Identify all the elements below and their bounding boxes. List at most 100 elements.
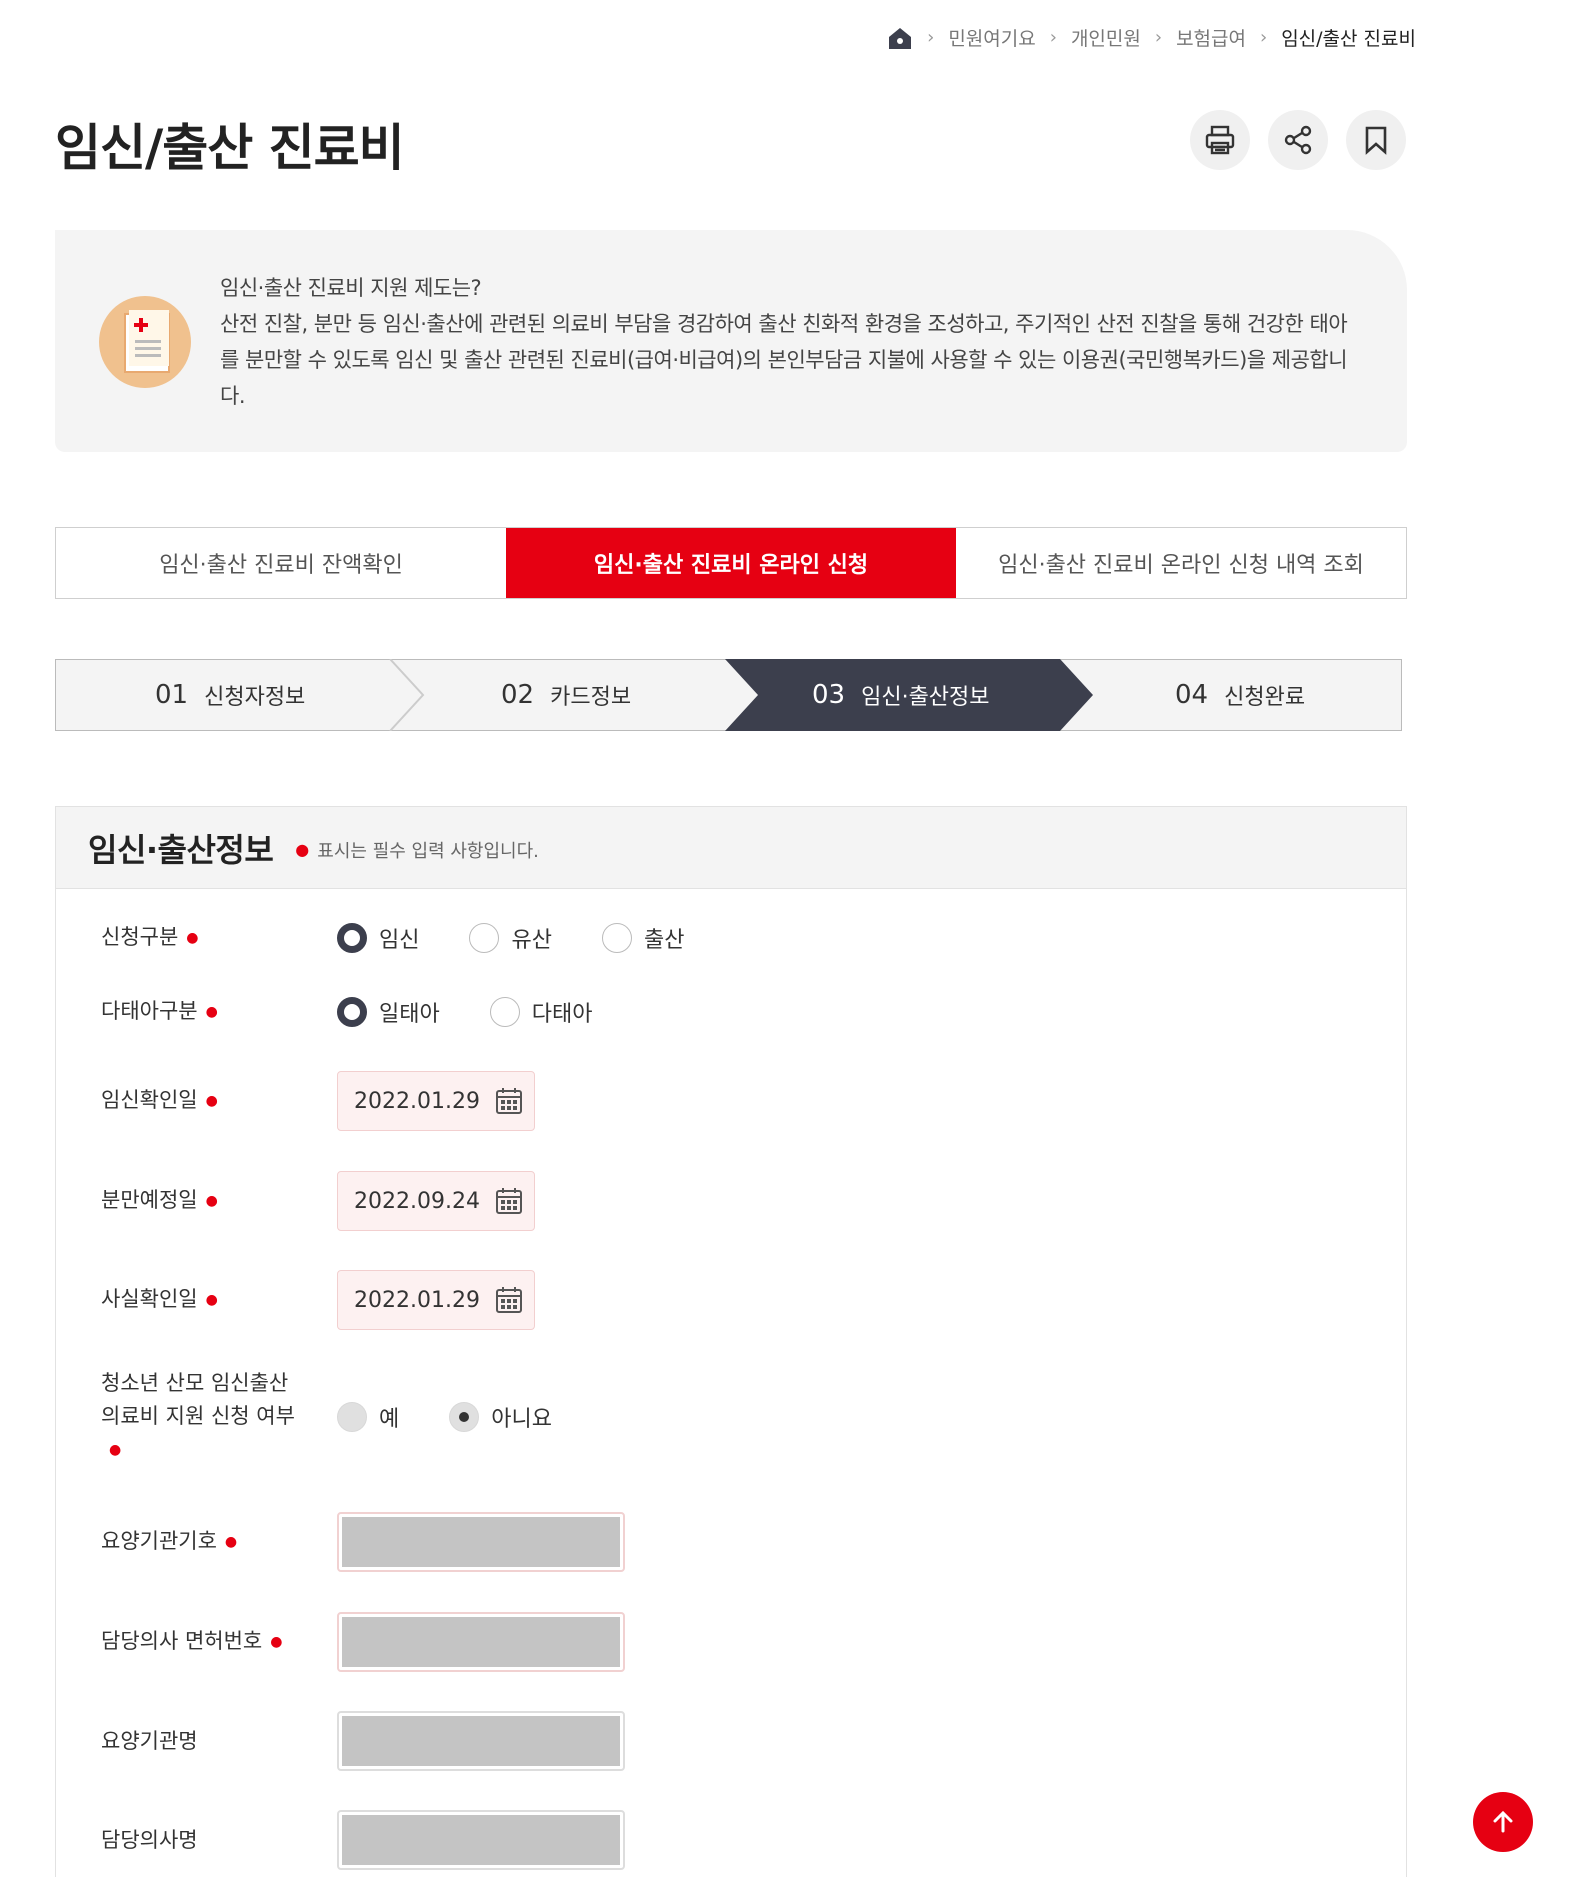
radio-label: 유산 <box>511 927 552 953</box>
step-1: 01 신청자정보 <box>155 659 305 731</box>
field-label: 다태아구분 ● <box>101 995 337 1029</box>
radio-yes[interactable]: 예 <box>337 1401 399 1433</box>
radio-miscarriage[interactable]: 유산 <box>469 922 552 954</box>
label-text: 신청구분 <box>101 925 179 949</box>
field-label: 담당의사 면허번호 ● <box>101 1625 337 1659</box>
field-label: 청소년 산모 임신출산 의료비 지원 신청 여부 ● <box>101 1367 337 1467</box>
fact-confirm-date-input[interactable]: 2022.01.29 <box>337 1270 535 1330</box>
row-institution-code: 요양기관기호 ● <box>101 1512 625 1572</box>
radio-no[interactable]: 아니요 <box>449 1401 552 1433</box>
breadcrumb-item[interactable]: 보험급여 <box>1176 24 1246 51</box>
radio-circle <box>337 1401 367 1432</box>
field-label: 담당의사명 <box>101 1824 337 1857</box>
due-date-input[interactable]: 2022.09.24 <box>337 1171 535 1231</box>
info-heading: 임신·출산 진료비 지원 제도는? <box>220 276 482 300</box>
radio-label: 임신 <box>379 927 420 953</box>
row-apply-type: 신청구분 ● 임신 유산 출산 <box>101 921 684 955</box>
required-mark: ● <box>224 1533 238 1550</box>
tab-apply-history[interactable]: 임신·출산 진료비 온라인 신청 내역 조회 <box>956 528 1406 598</box>
required-mark: ● <box>205 1192 218 1209</box>
row-doctor-name: 담당의사명 <box>101 1810 625 1870</box>
pregnancy-confirm-date-input[interactable]: 2022.01.29 <box>337 1071 535 1131</box>
row-fact-confirm-date: 사실확인일 ● 2022.01.29 <box>101 1270 535 1330</box>
info-body: 산전 진찰, 분만 등 임신·출산에 관련된 의료비 부담을 경감하여 출산 친… <box>220 312 1348 408</box>
breadcrumb-current: 임신/출산 진료비 <box>1281 28 1416 50</box>
field-label: 임신확인일 ● <box>101 1084 337 1118</box>
breadcrumb-item[interactable]: 개인민원 <box>1071 24 1141 51</box>
label-text: 담당의사 면허번호 <box>101 1629 263 1654</box>
doctor-name-input[interactable] <box>337 1810 625 1870</box>
step-label: 임신·출산정보 <box>861 685 990 710</box>
calendar-icon[interactable] <box>494 1186 524 1216</box>
radio-multiple[interactable]: 다태아 <box>489 996 593 1028</box>
bookmark-icon <box>1365 126 1387 155</box>
step-number: 03 <box>812 680 846 710</box>
radio-circle <box>449 1401 480 1432</box>
date-value: 2022.09.24 <box>354 1188 480 1214</box>
radio-single[interactable]: 일태아 <box>337 996 440 1028</box>
label-text: 사실확인일 <box>101 1287 198 1312</box>
share-button[interactable] <box>1268 110 1328 170</box>
label-text: 담당의사명 <box>101 1827 198 1852</box>
chevron-right-icon: › <box>1049 27 1057 48</box>
required-mark: ● <box>205 1291 218 1308</box>
step-label: 신청완료 <box>1224 685 1306 710</box>
step-label: 카드정보 <box>550 685 632 710</box>
scroll-top-button[interactable] <box>1473 1792 1533 1852</box>
print-icon <box>1205 125 1235 155</box>
field-label: 사실확인일 ● <box>101 1283 337 1317</box>
step-indicator: 01 신청자정보 02 카드정보 03 임신·출산정보 04 신청완료 <box>55 659 1402 731</box>
radio-label: 아니요 <box>491 1406 552 1432</box>
radio-circle <box>489 996 520 1027</box>
institution-name-input[interactable] <box>337 1711 625 1771</box>
field-label: 요양기관명 <box>101 1725 337 1758</box>
institution-code-input[interactable] <box>337 1512 625 1572</box>
teen-support-radio-group: 예 아니요 <box>337 1401 552 1433</box>
info-box: 임신·출산 진료비 지원 제도는? 산전 진찰, 분만 등 임신·출산에 관련된… <box>55 230 1407 452</box>
required-mark: ● <box>270 1633 283 1650</box>
step-4: 04 신청완료 <box>1175 659 1305 731</box>
step-label: 신청자정보 <box>204 685 306 710</box>
section-title: 임신·출산정보 <box>88 830 274 869</box>
label-text: 분만예정일 <box>101 1188 198 1213</box>
breadcrumb-item[interactable]: 민원여기요 <box>948 24 1035 51</box>
radio-circle <box>337 922 367 953</box>
document-medical-icon <box>99 296 191 388</box>
masked-value <box>342 1617 620 1667</box>
radio-label: 다태아 <box>531 1001 593 1027</box>
radio-pregnancy[interactable]: 임신 <box>337 922 419 954</box>
bookmark-button[interactable] <box>1346 110 1406 170</box>
radio-circle <box>469 922 500 953</box>
required-mark: ● <box>205 1092 218 1109</box>
tab-online-apply[interactable]: 임신·출산 진료비 온라인 신청 <box>506 528 956 598</box>
field-label: 요양기관기호 ● <box>101 1525 337 1559</box>
form-panel: 임신·출산정보 ● 표시는 필수 입력 사항입니다. 신청구분 ● 임신 유산 출… <box>55 806 1407 1877</box>
home-icon[interactable] <box>887 25 913 51</box>
panel-header: 임신·출산정보 ● 표시는 필수 입력 사항입니다. <box>56 807 1406 889</box>
field-label: 분만예정일 ● <box>101 1184 337 1218</box>
tab-balance-check[interactable]: 임신·출산 진료비 잔액확인 <box>56 528 506 598</box>
doctor-license-input[interactable] <box>337 1612 625 1672</box>
calendar-icon[interactable] <box>494 1285 524 1315</box>
fetus-type-radio-group: 일태아 다태아 <box>337 996 592 1028</box>
masked-value <box>342 1815 620 1865</box>
calendar-icon[interactable] <box>494 1086 524 1116</box>
step-number: 02 <box>501 680 535 710</box>
required-mark: ● <box>295 840 310 859</box>
chevron-right-icon: › <box>1154 27 1163 48</box>
row-institution-name: 요양기관명 <box>101 1711 625 1771</box>
row-doctor-license: 담당의사 면허번호 ● <box>101 1612 625 1672</box>
row-pregnancy-confirm-date: 임신확인일 ● 2022.01.29 <box>101 1071 535 1131</box>
masked-value <box>342 1517 620 1567</box>
step-number: 01 <box>155 680 189 710</box>
label-text: 청소년 산모 임신출산 의료비 지원 신청 여부 <box>101 1371 295 1428</box>
date-value: 2022.01.29 <box>354 1287 480 1313</box>
radio-birth[interactable]: 출산 <box>601 922 684 954</box>
chevron-right-icon: › <box>1259 27 1268 48</box>
share-icon <box>1284 125 1312 155</box>
step-3: 03 임신·출산정보 <box>812 659 990 731</box>
apply-type-radio-group: 임신 유산 출산 <box>337 922 684 954</box>
print-button[interactable] <box>1190 110 1250 170</box>
row-fetus-type: 다태아구분 ● 일태아 다태아 <box>101 995 592 1029</box>
step-2: 02 카드정보 <box>501 659 631 731</box>
